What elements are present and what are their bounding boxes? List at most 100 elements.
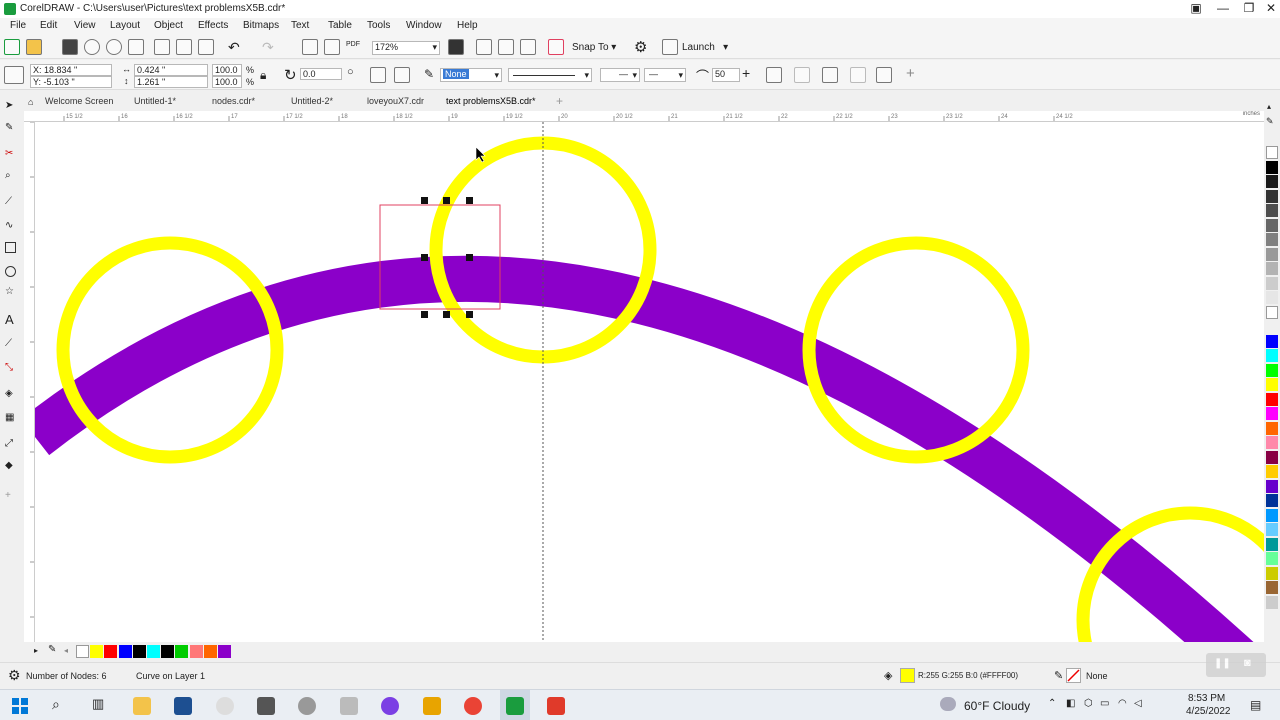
gear-icon[interactable]: ⚙: [634, 38, 647, 56]
docpalette-eyedropper-icon[interactable]: ✎: [48, 644, 56, 655]
smoothing-field[interactable]: 50: [712, 68, 740, 82]
palette-swatch[interactable]: [1266, 349, 1278, 362]
document-palette-swatch[interactable]: [104, 645, 118, 658]
text-tool-icon[interactable]: A: [5, 312, 19, 327]
height-field[interactable]: 1.261 ": [134, 76, 208, 88]
artistic-media-tool-icon[interactable]: ∿: [5, 220, 19, 234]
connector-tool-icon[interactable]: ⤡: [5, 362, 19, 376]
add-button[interactable]: +: [906, 65, 915, 82]
outline-pen-icon[interactable]: ✎: [424, 67, 434, 81]
tab-nodes[interactable]: nodes.cdr*: [212, 96, 255, 106]
mirror-horizontal-icon[interactable]: [370, 67, 386, 83]
menu-text[interactable]: Text: [291, 20, 309, 31]
shape-tool-icon[interactable]: ✎: [5, 122, 19, 136]
palette-swatch[interactable]: [1266, 363, 1278, 377]
document-palette-swatch[interactable]: [147, 645, 160, 658]
palette-swatch[interactable]: [1266, 160, 1278, 174]
object-origin-icon[interactable]: [4, 66, 24, 84]
palette-swatch[interactable]: [1266, 247, 1278, 261]
battery-icon[interactable]: ▭: [1100, 698, 1109, 709]
clock-date[interactable]: 4/25/2022: [1186, 706, 1231, 717]
tab-welcome-screen[interactable]: Welcome Screen: [45, 96, 113, 106]
app-s-icon[interactable]: [174, 697, 192, 715]
zoom-tool-icon[interactable]: ⌕: [5, 170, 19, 184]
tab-text-problems[interactable]: text problemsX5B.cdr*: [446, 96, 536, 106]
quick-trace-icon[interactable]: [850, 67, 866, 83]
coreldraw-taskbar-button[interactable]: [500, 690, 530, 720]
menu-bitmaps[interactable]: Bitmaps: [243, 20, 279, 31]
polygon-tool-icon[interactable]: ☆: [5, 286, 19, 300]
palette-swatch[interactable]: [1266, 392, 1278, 406]
app-red-s-icon[interactable]: [547, 697, 565, 715]
cloud-upload-icon[interactable]: [84, 39, 100, 55]
volume-icon[interactable]: ◁: [1134, 698, 1142, 709]
document-palette-swatch[interactable]: [118, 645, 132, 658]
outline-width-select[interactable]: None ▾: [440, 68, 502, 82]
copy-icon[interactable]: [176, 39, 192, 55]
document-palette-swatch[interactable]: [132, 645, 146, 658]
show-rulers-icon[interactable]: [476, 39, 492, 55]
parallel-dimension-tool-icon[interactable]: ⟋: [5, 338, 19, 352]
app-drop-icon[interactable]: [381, 697, 399, 715]
menu-effects[interactable]: Effects: [198, 20, 228, 31]
docpalette-arrow-icon[interactable]: ▸: [34, 646, 38, 655]
document-palette-swatch[interactable]: [76, 645, 89, 658]
palette-scroll-up-icon[interactable]: ▴: [1267, 102, 1271, 111]
redo-icon[interactable]: ↷: [262, 39, 274, 56]
app-gear-icon[interactable]: [340, 697, 358, 715]
rotation-center-icon[interactable]: ○: [347, 66, 354, 78]
publish-pdf-icon[interactable]: PDF: [346, 41, 360, 48]
menu-file[interactable]: File: [10, 20, 26, 31]
snap-to-icon[interactable]: [548, 39, 564, 55]
palette-swatch[interactable]: [1266, 407, 1278, 420]
drop-shadow-tool-icon[interactable]: ◈: [5, 388, 19, 402]
document-palette-swatch[interactable]: [90, 645, 104, 658]
interactive-fill-tool-icon[interactable]: ◆: [5, 460, 19, 474]
undo-icon[interactable]: ↶: [228, 39, 240, 56]
launch-dropdown[interactable]: Launch ▾: [682, 42, 728, 53]
show-grid-icon[interactable]: [498, 39, 514, 55]
tray-icon-2[interactable]: ⬡: [1084, 698, 1093, 709]
tab-loveyoux7[interactable]: loveyouX7.cdr: [367, 96, 424, 106]
app-cloud-icon[interactable]: [216, 697, 234, 715]
palette-swatch[interactable]: [1266, 566, 1278, 580]
gear-icon[interactable]: ⚙: [8, 667, 21, 684]
palette-swatch[interactable]: [1266, 305, 1278, 319]
fill-color-swatch[interactable]: [900, 668, 915, 683]
palette-swatch[interactable]: [1266, 581, 1278, 594]
document-palette-swatch[interactable]: [203, 645, 217, 658]
lock-ratio-icon[interactable]: 🔒︎: [260, 68, 266, 83]
clock-time[interactable]: 8:53 PM: [1188, 693, 1225, 704]
eyedropper-tool-icon[interactable]: ⤢: [5, 438, 19, 452]
full-screen-preview-icon[interactable]: [448, 39, 464, 55]
palette-swatch[interactable]: [1266, 204, 1278, 217]
save-icon[interactable]: [62, 39, 78, 55]
export-icon[interactable]: [324, 39, 340, 55]
document-palette-swatch[interactable]: [218, 645, 231, 658]
menu-window[interactable]: Window: [406, 20, 442, 31]
menu-table[interactable]: Table: [328, 20, 352, 31]
palette-swatch[interactable]: [1266, 378, 1278, 391]
new-document-icon[interactable]: [4, 39, 20, 55]
palette-eyedropper-icon[interactable]: ✎: [1266, 116, 1274, 127]
wifi-icon[interactable]: ◠: [1118, 698, 1127, 709]
tab-untitled-2[interactable]: Untitled-2*: [291, 96, 333, 106]
camera-icon[interactable]: ◙: [1244, 657, 1251, 669]
chrome-icon[interactable]: [464, 697, 482, 715]
palette-swatch[interactable]: [1266, 334, 1278, 348]
line-style-select[interactable]: ▾: [508, 68, 592, 82]
x-position-field[interactable]: X: 18.834 ": [30, 64, 112, 76]
app-b-icon[interactable]: [423, 697, 441, 715]
start-arrowhead-select[interactable]: — ▾: [600, 68, 640, 82]
menu-edit[interactable]: Edit: [40, 20, 57, 31]
cloud-download-icon[interactable]: [106, 39, 122, 55]
palette-swatch[interactable]: [1266, 523, 1278, 536]
print-icon[interactable]: [128, 39, 144, 55]
open-folder-icon[interactable]: [26, 39, 42, 55]
drawing-canvas[interactable]: [35, 122, 1264, 642]
palette-swatch[interactable]: [1266, 291, 1278, 304]
palette-swatch[interactable]: [1266, 262, 1278, 275]
palette-swatch[interactable]: [1266, 508, 1278, 522]
palette-swatch[interactable]: [1266, 233, 1278, 246]
palette-swatch[interactable]: [1266, 146, 1278, 159]
